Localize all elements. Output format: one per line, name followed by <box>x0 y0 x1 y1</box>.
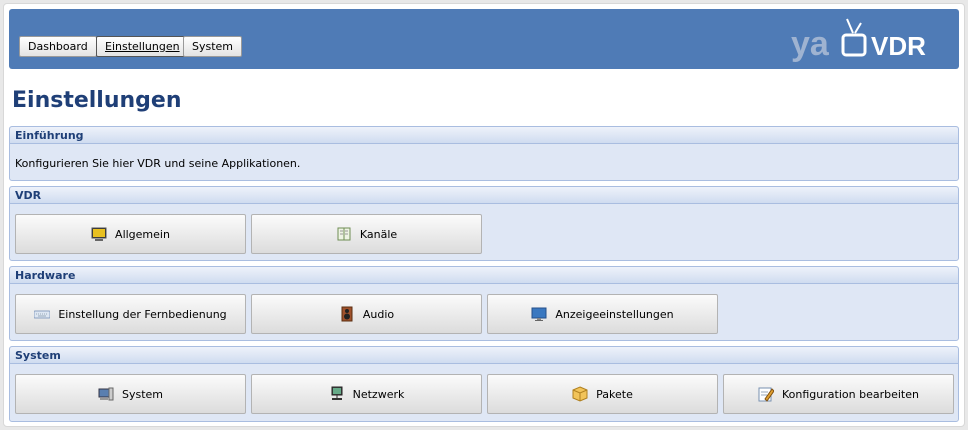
section-intro-title: Einführung <box>10 127 958 144</box>
logo-text-ya: ya <box>791 25 830 63</box>
package-icon <box>572 386 588 402</box>
pakete-label: Pakete <box>596 387 633 401</box>
page: Dashboard Einstellungen System ya VDR Ei… <box>3 3 965 427</box>
monitor-icon <box>91 226 107 242</box>
allgemein-label: Allgemein <box>115 227 170 241</box>
keyboard-icon <box>33 306 51 322</box>
nav-einstellungen-button[interactable]: Einstellungen <box>96 36 189 57</box>
konfiguration-bearbeiten-button[interactable]: Konfiguration bearbeiten <box>723 374 954 414</box>
yavdr-logo: ya VDR <box>791 18 926 63</box>
anzeigeeinstellungen-label: Anzeigeeinstellungen <box>555 307 674 321</box>
section-vdr: VDR Allgemein Kanäle <box>9 186 959 261</box>
kanaele-button[interactable]: Kanäle <box>251 214 482 254</box>
section-hardware-title: Hardware <box>10 267 958 284</box>
book-icon <box>336 226 352 242</box>
pakete-button[interactable]: Pakete <box>487 374 718 414</box>
nav-dashboard-button[interactable]: Dashboard <box>19 36 97 57</box>
audio-label: Audio <box>362 307 395 321</box>
edit-icon <box>758 386 775 402</box>
section-intro-text: Konfigurieren Sie hier VDR und seine App… <box>15 157 301 170</box>
allgemein-button[interactable]: Allgemein <box>15 214 246 254</box>
netzwerk-button[interactable]: Netzwerk <box>251 374 482 414</box>
fernbedienung-label: Einstellung der Fernbedienung <box>58 307 227 321</box>
section-vdr-title: VDR <box>10 187 958 204</box>
netzwerk-label: Netzwerk <box>352 387 405 401</box>
nav-system-button[interactable]: System <box>183 36 243 57</box>
audio-button[interactable]: Audio <box>251 294 482 334</box>
section-system: System System Netzwerk Pakete Konfigurat… <box>9 346 959 422</box>
section-hardware: Hardware Einstellung der Fernbedienung A… <box>9 266 959 341</box>
speaker-icon <box>339 306 355 322</box>
kanaele-label: Kanäle <box>359 227 398 241</box>
page-title: Einstellungen <box>12 88 182 113</box>
computer-icon <box>98 386 114 402</box>
system-settings-button[interactable]: System <box>15 374 246 414</box>
network-icon <box>329 386 345 402</box>
konfiguration-bearbeiten-label: Konfiguration bearbeiten <box>782 387 919 401</box>
section-intro: Einführung Konfigurieren Sie hier VDR un… <box>9 126 959 181</box>
system-settings-label: System <box>121 387 164 401</box>
logo-text-vdr: VDR <box>871 31 926 61</box>
anzeigeeinstellungen-button[interactable]: Anzeigeeinstellungen <box>487 294 718 334</box>
header-bar: Dashboard Einstellungen System ya VDR <box>9 9 959 69</box>
section-system-title: System <box>10 347 958 364</box>
display-icon <box>531 306 547 322</box>
fernbedienung-button[interactable]: Einstellung der Fernbedienung <box>15 294 246 334</box>
